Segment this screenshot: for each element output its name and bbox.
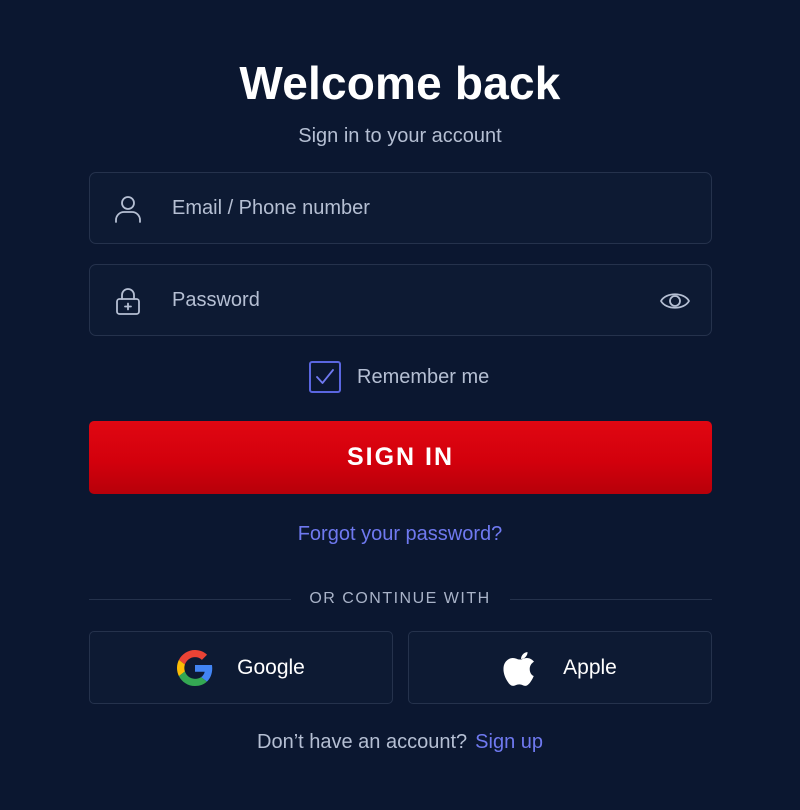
google-logo-icon: [177, 649, 213, 686]
login-page: Welcome back Sign in to your account Rem…: [0, 0, 800, 810]
remember-me-label: Remember me: [357, 365, 490, 388]
email-field-container[interactable]: [89, 172, 712, 244]
sign-in-button[interactable]: SIGN IN: [89, 421, 712, 494]
forgot-password-link[interactable]: Forgot your password?: [298, 523, 503, 545]
check-icon: [316, 369, 334, 384]
apple-sign-in-button[interactable]: Apple: [408, 631, 712, 704]
password-input[interactable]: [172, 265, 612, 335]
google-sign-in-button[interactable]: Google: [89, 631, 393, 704]
page-title: Welcome back: [239, 57, 561, 109]
password-field-container[interactable]: [89, 264, 712, 336]
user-icon: [115, 196, 141, 223]
remember-me-row[interactable]: Remember me: [309, 361, 489, 393]
apple-label: Apple: [563, 655, 617, 679]
signup-question: Don’t have an account?: [257, 731, 468, 753]
lock-icon: [116, 288, 140, 315]
forgot-password-row: Forgot your password?: [0, 523, 800, 546]
remember-me-checkbox[interactable]: [309, 361, 341, 393]
apple-logo-icon: [503, 651, 535, 686]
email-input[interactable]: [172, 173, 612, 243]
google-label: Google: [237, 655, 305, 679]
divider-line-right: [510, 599, 712, 600]
eye-icon[interactable]: [659, 286, 691, 316]
sign-up-link[interactable]: Sign up: [475, 731, 543, 753]
signup-prompt: Don’t have an account? Sign up: [0, 731, 800, 754]
page-subtitle: Sign in to your account: [298, 125, 502, 147]
